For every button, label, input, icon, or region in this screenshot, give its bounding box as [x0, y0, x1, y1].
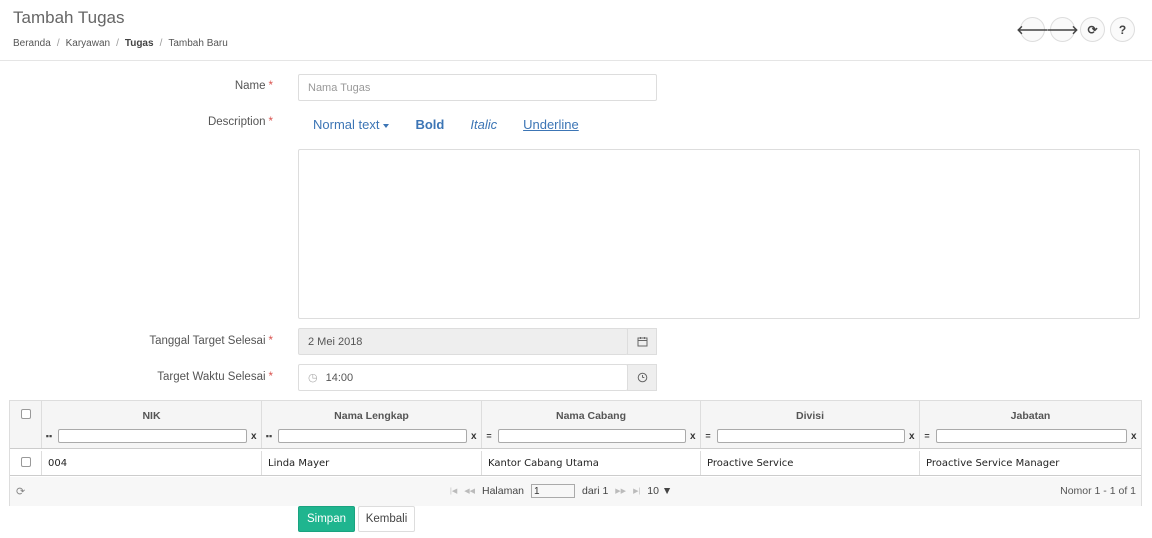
- description-editor[interactable]: [298, 149, 1140, 319]
- grid-pager: ⟳ |◀ ◀◀ Halaman 1 dari 1 ▶▶ ▶| 10 ▼ Nomo…: [10, 477, 1141, 506]
- column-filter: = x: [703, 429, 917, 443]
- arrow-right-icon[interactable]: 🡒: [1046, 17, 1079, 42]
- filter-operator-icon[interactable]: =: [703, 431, 713, 441]
- save-button[interactable]: Simpan: [298, 506, 355, 532]
- filter-input[interactable]: [58, 429, 247, 443]
- help-icon[interactable]: ?: [1110, 17, 1135, 42]
- arrow-left-icon[interactable]: 🡐: [1016, 17, 1049, 42]
- required-mark: *: [268, 335, 273, 347]
- last-page-icon[interactable]: ▶|: [633, 487, 640, 495]
- cell-nama-lengkap: Linda Mayer: [262, 451, 482, 475]
- breadcrumb-item-tugas[interactable]: Tugas: [125, 38, 154, 49]
- record-info: Nomor 1 - 1 of 1: [1060, 485, 1136, 497]
- column-title[interactable]: NIK: [42, 410, 261, 422]
- name-input[interactable]: Nama Tugas: [298, 74, 657, 101]
- grid-refresh-icon[interactable]: ⟳: [16, 485, 25, 498]
- italic-button[interactable]: Italic: [470, 117, 497, 132]
- clear-filter-icon[interactable]: x: [690, 431, 698, 442]
- cell-jabatan: Proactive Service Manager: [926, 457, 1060, 469]
- calendar-icon[interactable]: [627, 328, 657, 355]
- header-divider: [0, 60, 1152, 61]
- column-filter: = x: [484, 429, 698, 443]
- target-time-input[interactable]: ◷ 14:00: [298, 364, 628, 391]
- page-label: Halaman: [481, 485, 525, 497]
- breadcrumb-separator: /: [56, 38, 60, 49]
- page-size-select[interactable]: 10 ▼: [647, 485, 672, 497]
- cell-nik: 004: [42, 451, 262, 475]
- name-label: Name *: [234, 80, 273, 92]
- column-nama-cabang: Nama Cabang = x: [482, 401, 701, 448]
- column-filter: ▪▪ x: [44, 429, 259, 443]
- column-title[interactable]: Nama Lengkap: [262, 410, 481, 422]
- text-style-dropdown[interactable]: Normal text: [313, 117, 390, 132]
- column-title[interactable]: Jabatan: [920, 410, 1141, 422]
- clock-button-icon[interactable]: [627, 364, 657, 391]
- pager-controls: |◀ ◀◀ Halaman 1 dari 1 ▶▶ ▶| 10 ▼: [450, 484, 672, 498]
- clear-filter-icon[interactable]: x: [909, 431, 917, 442]
- breadcrumb-item-karyawan[interactable]: Karyawan: [66, 38, 110, 49]
- column-title[interactable]: Nama Cabang: [482, 410, 700, 422]
- clock-icon: ◷: [308, 372, 318, 384]
- cell-divisi: Proactive Service: [701, 451, 920, 475]
- filter-operator-icon[interactable]: ▪▪: [264, 431, 274, 441]
- refresh-icon[interactable]: ⟳: [1080, 17, 1105, 42]
- employee-grid: NIK ▪▪ x Nama Lengkap ▪▪ x Nama Cabang =…: [9, 400, 1142, 506]
- required-mark: *: [268, 116, 273, 128]
- filter-input[interactable]: [278, 429, 467, 443]
- filter-operator-icon[interactable]: ▪▪: [44, 431, 54, 441]
- first-page-icon[interactable]: |◀: [450, 487, 457, 495]
- bold-button[interactable]: Bold: [415, 117, 444, 132]
- target-date-input[interactable]: 2 Mei 2018: [298, 328, 628, 355]
- clear-filter-icon[interactable]: x: [471, 431, 479, 442]
- select-all-column: [10, 401, 42, 448]
- column-nama-lengkap: Nama Lengkap ▪▪ x: [262, 401, 482, 448]
- page-total: dari 1: [582, 485, 609, 497]
- column-title[interactable]: Divisi: [701, 410, 919, 422]
- grid-header: NIK ▪▪ x Nama Lengkap ▪▪ x Nama Cabang =…: [10, 401, 1141, 449]
- next-page-icon[interactable]: ▶▶: [615, 487, 626, 495]
- breadcrumb-item-tambah-baru: Tambah Baru: [168, 38, 228, 49]
- filter-operator-icon[interactable]: =: [484, 431, 494, 441]
- required-mark: *: [268, 371, 273, 383]
- breadcrumb-separator: /: [159, 38, 163, 49]
- filter-input[interactable]: [498, 429, 686, 443]
- breadcrumb-separator: /: [116, 38, 119, 49]
- target-time-label: Target Waktu Selesai *: [157, 371, 273, 383]
- editor-toolbar: Normal text Bold Italic Underline: [313, 117, 579, 132]
- description-label: Description *: [207, 116, 273, 128]
- page-number-input[interactable]: 1: [531, 484, 576, 498]
- cell-nama-cabang: Kantor Cabang Utama: [482, 451, 701, 475]
- filter-input[interactable]: [936, 429, 1127, 443]
- target-time-value: 14:00: [325, 371, 354, 384]
- filter-input[interactable]: [717, 429, 905, 443]
- page-title: Tambah Tugas: [13, 8, 125, 27]
- nav-button-group: 🡐 🡒 ⟳ ?: [1016, 17, 1135, 42]
- prev-page-icon[interactable]: ◀◀: [464, 487, 475, 495]
- column-nik: NIK ▪▪ x: [42, 401, 262, 448]
- row-select-cell: [10, 451, 42, 475]
- target-date-label: Tanggal Target Selesai *: [149, 335, 273, 347]
- column-divisi: Divisi = x: [701, 401, 920, 448]
- column-filter: = x: [922, 429, 1139, 443]
- select-all-checkbox[interactable]: [21, 409, 31, 419]
- underline-button[interactable]: Underline: [523, 117, 579, 132]
- clear-filter-icon[interactable]: x: [1131, 431, 1139, 442]
- column-filter: ▪▪ x: [264, 429, 479, 443]
- caret-down-icon: [383, 123, 390, 128]
- breadcrumb: Beranda / Karyawan / Tugas / Tambah Baru: [13, 38, 228, 49]
- row-checkbox[interactable]: [21, 457, 31, 467]
- breadcrumb-item-beranda[interactable]: Beranda: [13, 38, 51, 49]
- required-mark: *: [268, 80, 273, 92]
- table-row[interactable]: 004 Linda Mayer Kantor Cabang Utama Proa…: [10, 451, 1141, 476]
- back-button[interactable]: Kembali: [358, 506, 415, 532]
- column-jabatan: Jabatan = x: [920, 401, 1141, 448]
- filter-operator-icon[interactable]: =: [922, 431, 932, 441]
- clear-filter-icon[interactable]: x: [251, 431, 259, 442]
